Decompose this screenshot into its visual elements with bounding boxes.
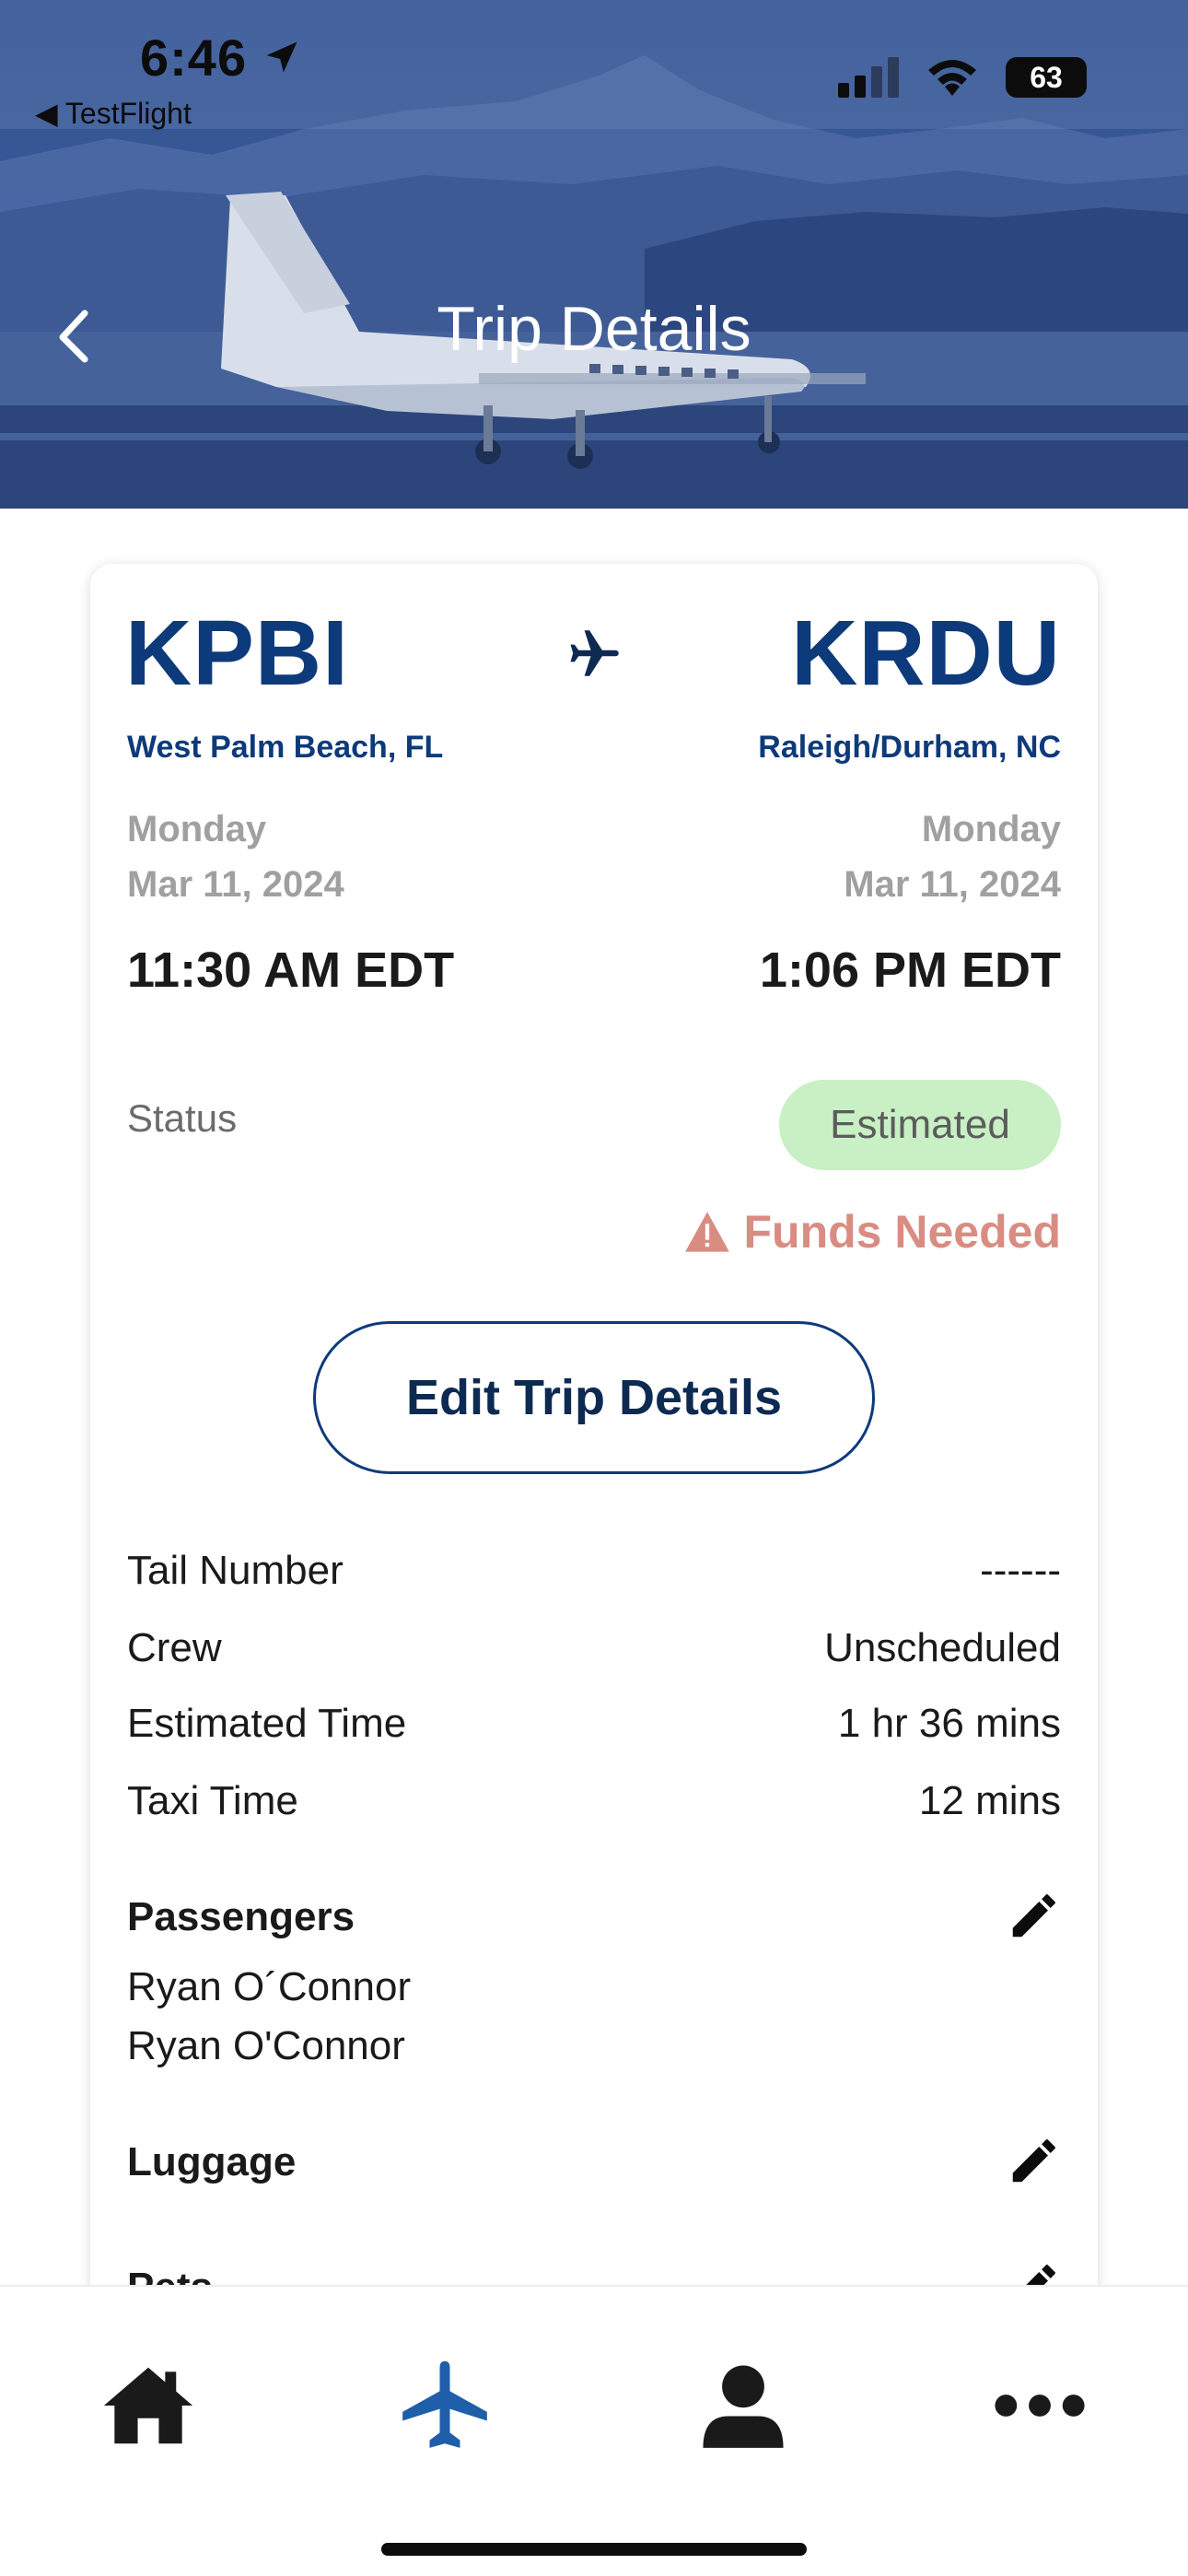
bottom-tab-bar: [0, 2285, 1188, 2576]
funds-needed-text: Funds Needed: [743, 1206, 1061, 1258]
pencil-icon[interactable]: [1006, 1887, 1063, 1944]
origin-date: Mar 11, 2024: [127, 864, 344, 905]
wifi-icon: [928, 60, 976, 96]
warning-triangle-icon: [684, 1212, 729, 1252]
page-title: Trip Details: [437, 294, 751, 364]
detail-value: ------: [980, 1548, 1061, 1593]
funds-needed-alert[interactable]: Funds Needed: [683, 1205, 1061, 1259]
destination-city: Raleigh/Durham, NC: [758, 730, 1061, 765]
airplane-icon[interactable]: [394, 2355, 495, 2456]
home-icon[interactable]: [98, 2355, 199, 2456]
detail-value: Unscheduled: [824, 1625, 1061, 1670]
passenger-name: Ryan O'Connor: [127, 2023, 405, 2068]
back-triangle-icon: ◀: [35, 97, 65, 130]
person-icon[interactable]: [693, 2355, 794, 2456]
detail-row-tail-number: Tail Number ------: [127, 1548, 1061, 1594]
detail-label: Crew: [127, 1625, 222, 1670]
home-indicator: [381, 2543, 807, 2556]
passengers-title: Passengers: [127, 1894, 355, 1939]
origin-time: 11:30 AM EDT: [127, 943, 455, 998]
header-banner: 6:46 ◀ TestFlight 63 Trip Details: [0, 0, 1188, 509]
detail-row-estimated-time: Estimated Time 1 hr 36 mins: [127, 1701, 1061, 1747]
destination-date: Mar 11, 2024: [844, 864, 1061, 905]
destination-time: 1:06 PM EDT: [759, 943, 1061, 998]
battery-indicator: 63: [1006, 57, 1087, 98]
origin-city: West Palm Beach, FL: [127, 730, 444, 765]
passenger-name: Ryan O´Connor: [127, 1964, 412, 2009]
cellular-signal-icon: [838, 57, 899, 98]
status-bar-indicators: 63: [838, 57, 1087, 98]
pencil-icon[interactable]: [1006, 2132, 1063, 2189]
trip-card: KPBI KRDU West Palm Beach, FL Raleigh/Du…: [90, 564, 1098, 2576]
detail-label: Tail Number: [127, 1548, 344, 1593]
detail-value: 12 mins: [918, 1778, 1061, 1823]
detail-row-crew: Crew Unscheduled: [127, 1625, 1061, 1671]
detail-row-taxi-time: Taxi Time 12 mins: [127, 1778, 1061, 1824]
detail-label: Taxi Time: [127, 1778, 298, 1823]
detail-label: Estimated Time: [127, 1701, 407, 1746]
airplane-icon: [570, 630, 619, 676]
back-app-label: TestFlight: [64, 97, 192, 130]
destination-day: Monday: [921, 809, 1061, 849]
location-arrow-icon: [266, 41, 297, 73]
back-to-app-link[interactable]: ◀ TestFlight: [35, 96, 192, 131]
status-bar-time: 6:46: [140, 29, 248, 87]
origin-day: Monday: [127, 809, 267, 849]
status-badge: Estimated: [779, 1080, 1061, 1170]
detail-value: 1 hr 36 mins: [837, 1701, 1061, 1746]
origin-airport-code: KPBI: [125, 602, 349, 705]
more-icon[interactable]: [989, 2355, 1090, 2456]
luggage-title: Luggage: [127, 2139, 297, 2184]
edit-trip-details-button[interactable]: Edit Trip Details: [313, 1321, 875, 1474]
status-label: Status: [127, 1096, 238, 1140]
destination-airport-code: KRDU: [791, 602, 1061, 705]
